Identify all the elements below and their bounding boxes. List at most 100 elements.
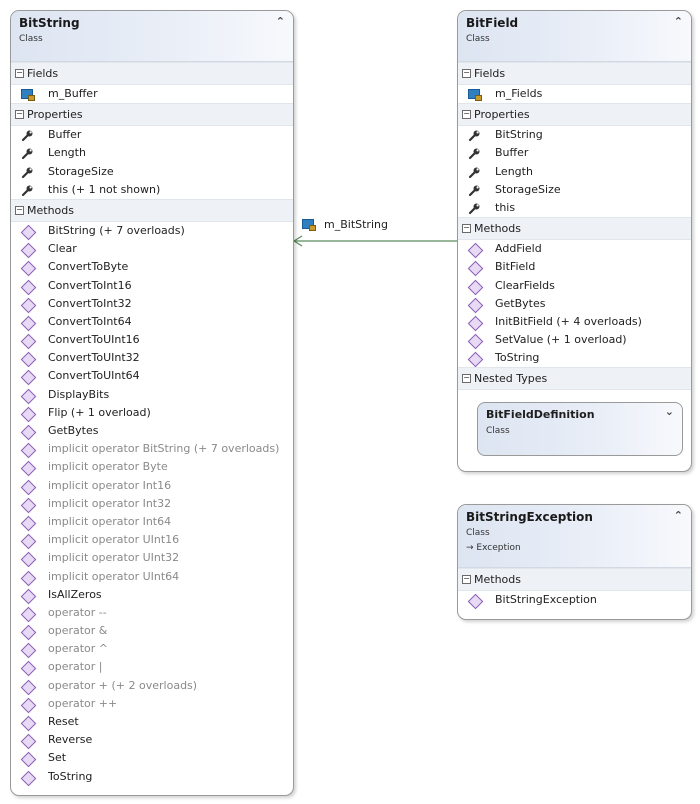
method-item[interactable]: DisplayBits <box>11 386 293 404</box>
method-item[interactable]: ConvertToInt16 <box>11 277 293 295</box>
method-item[interactable]: ConvertToInt64 <box>11 313 293 332</box>
section-methods[interactable]: − Methods <box>458 217 691 241</box>
member-label: this <box>495 200 516 214</box>
method-icon <box>20 679 37 695</box>
expand-chevron-icon[interactable]: ⌄ <box>665 405 674 418</box>
minus-icon[interactable]: − <box>462 224 471 234</box>
collapse-chevron-icon[interactable]: ⌃ <box>674 509 683 522</box>
method-icon <box>20 697 37 714</box>
section-label: Fields <box>474 67 506 80</box>
property-item[interactable]: Length <box>11 144 293 162</box>
method-item[interactable]: BitString (+ 7 overloads) <box>11 222 293 241</box>
method-item[interactable]: implicit operator Int64 <box>11 513 293 532</box>
method-item[interactable]: GetBytes <box>458 295 691 313</box>
collapse-chevron-icon[interactable]: ⌃ <box>276 15 285 28</box>
method-item[interactable]: ConvertToInt32 <box>11 295 293 313</box>
method-item[interactable]: operator & <box>11 622 293 641</box>
class-box-bitstring[interactable]: BitString Class ⌃ − Fields m_Buffer − Pr… <box>10 10 294 796</box>
method-item[interactable]: ClearFields <box>458 277 691 295</box>
property-item[interactable]: Buffer <box>11 126 293 144</box>
class-header[interactable]: BitStringException Class → Exception ⌃ <box>458 505 691 568</box>
method-item[interactable]: ToString <box>11 768 293 786</box>
nested-class-bitfielddefinition[interactable]: BitFieldDefinition Class ⌄ <box>477 402 683 456</box>
method-item[interactable]: implicit operator UInt64 <box>11 568 293 586</box>
field-item[interactable]: m_Fields <box>458 85 691 103</box>
method-item[interactable]: Flip (+ 1 overload) <box>11 404 293 423</box>
property-item[interactable]: this (+ 1 not shown) <box>11 181 293 199</box>
method-item[interactable]: operator ^ <box>11 640 293 659</box>
method-item[interactable]: ConvertToUInt32 <box>11 349 293 368</box>
minus-icon[interactable]: − <box>462 110 471 120</box>
minus-icon[interactable]: − <box>15 69 24 78</box>
class-header[interactable]: BitField Class ⌃ <box>458 11 691 62</box>
class-box-bitfield[interactable]: BitField Class ⌃ − Fields m_Fields − Pro… <box>457 10 692 472</box>
property-item[interactable]: BitString <box>458 126 691 144</box>
minus-icon[interactable]: − <box>15 205 24 215</box>
method-item[interactable]: BitStringException <box>458 591 691 610</box>
method-item[interactable]: InitBitField (+ 4 overloads) <box>458 313 691 332</box>
property-item[interactable]: StorageSize <box>11 163 293 181</box>
method-icon <box>20 624 37 641</box>
property-item[interactable]: StorageSize <box>458 181 691 199</box>
section-properties[interactable]: − Properties <box>458 103 691 127</box>
method-item[interactable]: implicit operator Byte <box>11 458 293 477</box>
method-item[interactable]: implicit operator BitString (+ 7 overloa… <box>11 440 293 459</box>
section-properties[interactable]: − Properties <box>11 103 293 127</box>
method-item[interactable]: BitField <box>458 258 691 277</box>
section-fields[interactable]: − Fields <box>458 62 691 85</box>
member-label: AddField <box>495 242 542 256</box>
method-icon <box>20 752 37 768</box>
property-item[interactable]: Length <box>458 163 691 181</box>
class-header[interactable]: BitString Class ⌃ <box>11 11 293 62</box>
method-item[interactable]: implicit operator UInt16 <box>11 531 293 550</box>
section-fields[interactable]: − Fields <box>11 62 293 85</box>
method-item[interactable]: ConvertToUInt16 <box>11 331 293 350</box>
nested-class-title: BitFieldDefinition <box>486 408 595 421</box>
minus-icon[interactable]: − <box>15 110 24 120</box>
minus-icon[interactable]: − <box>462 374 471 384</box>
member-label: Set <box>48 751 67 765</box>
property-item[interactable]: Buffer <box>458 144 691 162</box>
method-item[interactable]: Reset <box>11 713 293 732</box>
property-item[interactable]: this <box>458 199 691 217</box>
class-title: BitField <box>466 16 519 30</box>
section-nested-types[interactable]: − Nested Types <box>458 367 691 391</box>
collapse-chevron-icon[interactable]: ⌃ <box>674 15 683 28</box>
method-item[interactable]: implicit operator Int32 <box>11 495 293 514</box>
method-item[interactable]: AddField <box>458 240 691 259</box>
method-item[interactable]: operator + (+ 2 overloads) <box>11 677 293 695</box>
wrench-icon <box>21 147 34 160</box>
method-item[interactable]: ConvertToByte <box>11 258 293 277</box>
method-item[interactable]: ConvertToUInt64 <box>11 367 293 386</box>
wrench-icon <box>21 129 34 142</box>
method-item[interactable]: IsAllZeros <box>11 586 293 604</box>
member-label: Length <box>495 164 533 178</box>
method-item[interactable]: Clear <box>11 240 293 259</box>
method-item[interactable]: operator | <box>11 658 293 677</box>
method-item[interactable]: Reverse <box>11 731 293 750</box>
section-label: Methods <box>474 222 521 236</box>
field-item[interactable]: m_Buffer <box>11 85 293 103</box>
method-item[interactable]: ToString <box>458 349 691 368</box>
wrench-icon <box>468 202 481 215</box>
minus-icon[interactable]: − <box>462 69 471 78</box>
method-item[interactable]: operator ++ <box>11 695 293 714</box>
section-label: Properties <box>27 108 83 122</box>
member-label: GetBytes <box>48 424 99 437</box>
section-methods[interactable]: − Methods <box>11 198 293 222</box>
method-item[interactable]: Set <box>11 749 293 768</box>
method-item[interactable]: SetValue (+ 1 overload) <box>458 331 691 350</box>
member-label: m_Buffer <box>48 87 98 100</box>
method-item[interactable]: implicit operator UInt32 <box>11 549 293 568</box>
method-icon <box>20 224 37 241</box>
minus-icon[interactable]: − <box>462 575 471 584</box>
section-methods[interactable]: − Methods <box>458 568 691 591</box>
method-item[interactable]: GetBytes <box>11 422 293 441</box>
class-box-bitstringexception[interactable]: BitStringException Class → Exception ⌃ −… <box>457 504 692 620</box>
method-item[interactable]: implicit operator Int16 <box>11 477 293 495</box>
method-icon <box>20 588 37 604</box>
method-item[interactable]: operator -- <box>11 604 293 623</box>
association-label-text: m_BitString <box>324 218 388 231</box>
method-icon <box>20 315 37 332</box>
member-label: GetBytes <box>495 296 546 310</box>
